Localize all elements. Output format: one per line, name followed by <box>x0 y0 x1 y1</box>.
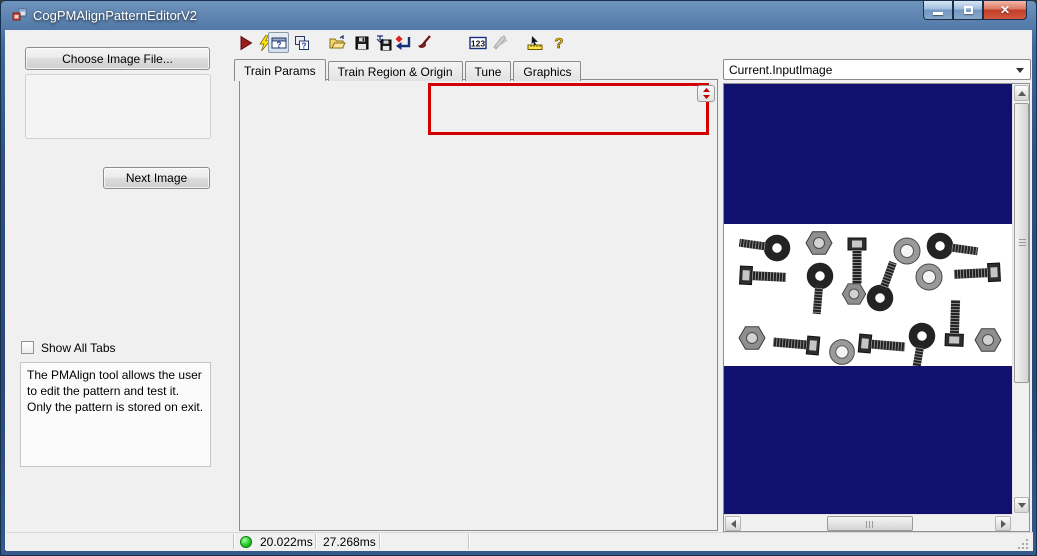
collapse-expand-button[interactable] <box>697 85 715 102</box>
close-icon: ✕ <box>1000 4 1010 16</box>
save-as-floppy-icon <box>375 35 392 51</box>
result-time-value: 27.268ms <box>323 535 376 549</box>
arrow-down-icon <box>1018 503 1026 508</box>
image-source-select[interactable]: Current.InputImage <box>723 59 1031 80</box>
arrow-left-icon <box>731 520 736 528</box>
results-window-icon: ? <box>271 35 287 51</box>
numeric-123-icon: 123 <box>469 35 487 51</box>
horizontal-scrollbar[interactable] <box>724 514 1012 531</box>
vertical-scrollbar[interactable] <box>1012 84 1029 514</box>
vertical-scroll-thumb[interactable] <box>1014 103 1029 383</box>
results-query-button[interactable]: ? <box>291 32 312 53</box>
svg-text:123: 123 <box>470 38 484 48</box>
scroll-up-button[interactable] <box>1014 85 1029 101</box>
maximize-icon <box>964 6 973 14</box>
brush-icon <box>416 35 432 51</box>
arrow-right-icon <box>1001 520 1006 528</box>
show-results-toggle-button[interactable]: ? <box>268 32 289 53</box>
svg-text:?: ? <box>276 40 281 49</box>
tab-tune[interactable]: Tune <box>465 61 512 81</box>
maximize-button[interactable] <box>953 1 983 20</box>
scroll-down-button[interactable] <box>1014 497 1029 513</box>
status-bar <box>6 532 1033 551</box>
status-separator <box>379 534 380 549</box>
resize-grip[interactable] <box>1017 538 1030 551</box>
tab-train-params[interactable]: Train Params <box>234 59 326 81</box>
open-file-button[interactable] <box>327 32 348 53</box>
show-all-tabs-checkbox[interactable] <box>21 341 34 354</box>
open-folder-icon <box>329 35 346 51</box>
measure-ruler-button[interactable] <box>525 32 546 53</box>
draw-disabled-button[interactable] <box>490 32 511 53</box>
numeric-display-button[interactable]: 123 <box>467 32 488 53</box>
input-image-viewport <box>723 83 1030 532</box>
train-params-tab-page <box>239 79 718 531</box>
svg-text:?: ? <box>554 35 563 51</box>
tab-graphics[interactable]: Graphics <box>513 61 581 81</box>
horizontal-scroll-thumb[interactable] <box>827 516 913 531</box>
input-image-white-band <box>724 224 1012 366</box>
minimize-button[interactable] <box>923 1 953 20</box>
scroll-left-button[interactable] <box>725 516 741 531</box>
window-title: CogPMAlignPatternEditorV2 <box>33 8 197 23</box>
save-file-as-button[interactable] <box>373 32 394 53</box>
status-separator <box>468 534 469 549</box>
run-time-value: 20.022ms <box>260 535 313 549</box>
close-button[interactable]: ✕ <box>983 1 1027 20</box>
chevron-down-icon <box>1016 68 1024 73</box>
svg-text:?: ? <box>301 41 306 50</box>
status-separator <box>315 534 316 549</box>
app-icon <box>11 7 27 23</box>
choose-image-file-button[interactable]: Choose Image File... <box>25 47 210 70</box>
ruler-cursor-icon <box>527 35 544 51</box>
input-image-bolts <box>724 224 1012 366</box>
help-icon: ? <box>551 35 567 51</box>
save-file-button[interactable] <box>351 32 372 53</box>
input-image-display <box>724 84 1012 514</box>
next-image-button[interactable]: Next Image <box>103 167 210 189</box>
up-down-arrows-icon <box>702 88 711 99</box>
tool-description-text: The PMAlign tool allows the user to edit… <box>20 362 211 467</box>
arrow-up-icon <box>1018 91 1026 96</box>
run-icon <box>238 35 254 51</box>
tab-strip: Train Params Train Region & Origin Tune … <box>234 61 583 81</box>
title-bar[interactable]: CogPMAlignPatternEditorV2 ✕ <box>1 1 1036 30</box>
app-window: CogPMAlignPatternEditorV2 ✕ Choose Image… <box>0 0 1037 556</box>
status-separator <box>233 534 234 549</box>
help-button[interactable]: ? <box>548 32 569 53</box>
copy-window-icon: ? <box>294 35 310 51</box>
reset-button[interactable] <box>393 32 414 53</box>
reset-arrow-icon <box>395 35 412 51</box>
tab-train-region-origin[interactable]: Train Region & Origin <box>328 61 463 81</box>
show-all-tabs-label: Show All Tabs <box>41 341 116 355</box>
status-indicator <box>240 536 252 548</box>
minimize-icon <box>933 12 943 15</box>
edit-graphics-button[interactable] <box>413 32 434 53</box>
scroll-right-button[interactable] <box>995 516 1011 531</box>
image-file-list-box <box>25 74 211 139</box>
run-button[interactable] <box>235 32 256 53</box>
thumb-grip <box>866 521 874 528</box>
thumb-grip <box>1019 239 1026 247</box>
save-floppy-icon <box>354 35 370 51</box>
marker-disabled-icon <box>492 35 509 51</box>
